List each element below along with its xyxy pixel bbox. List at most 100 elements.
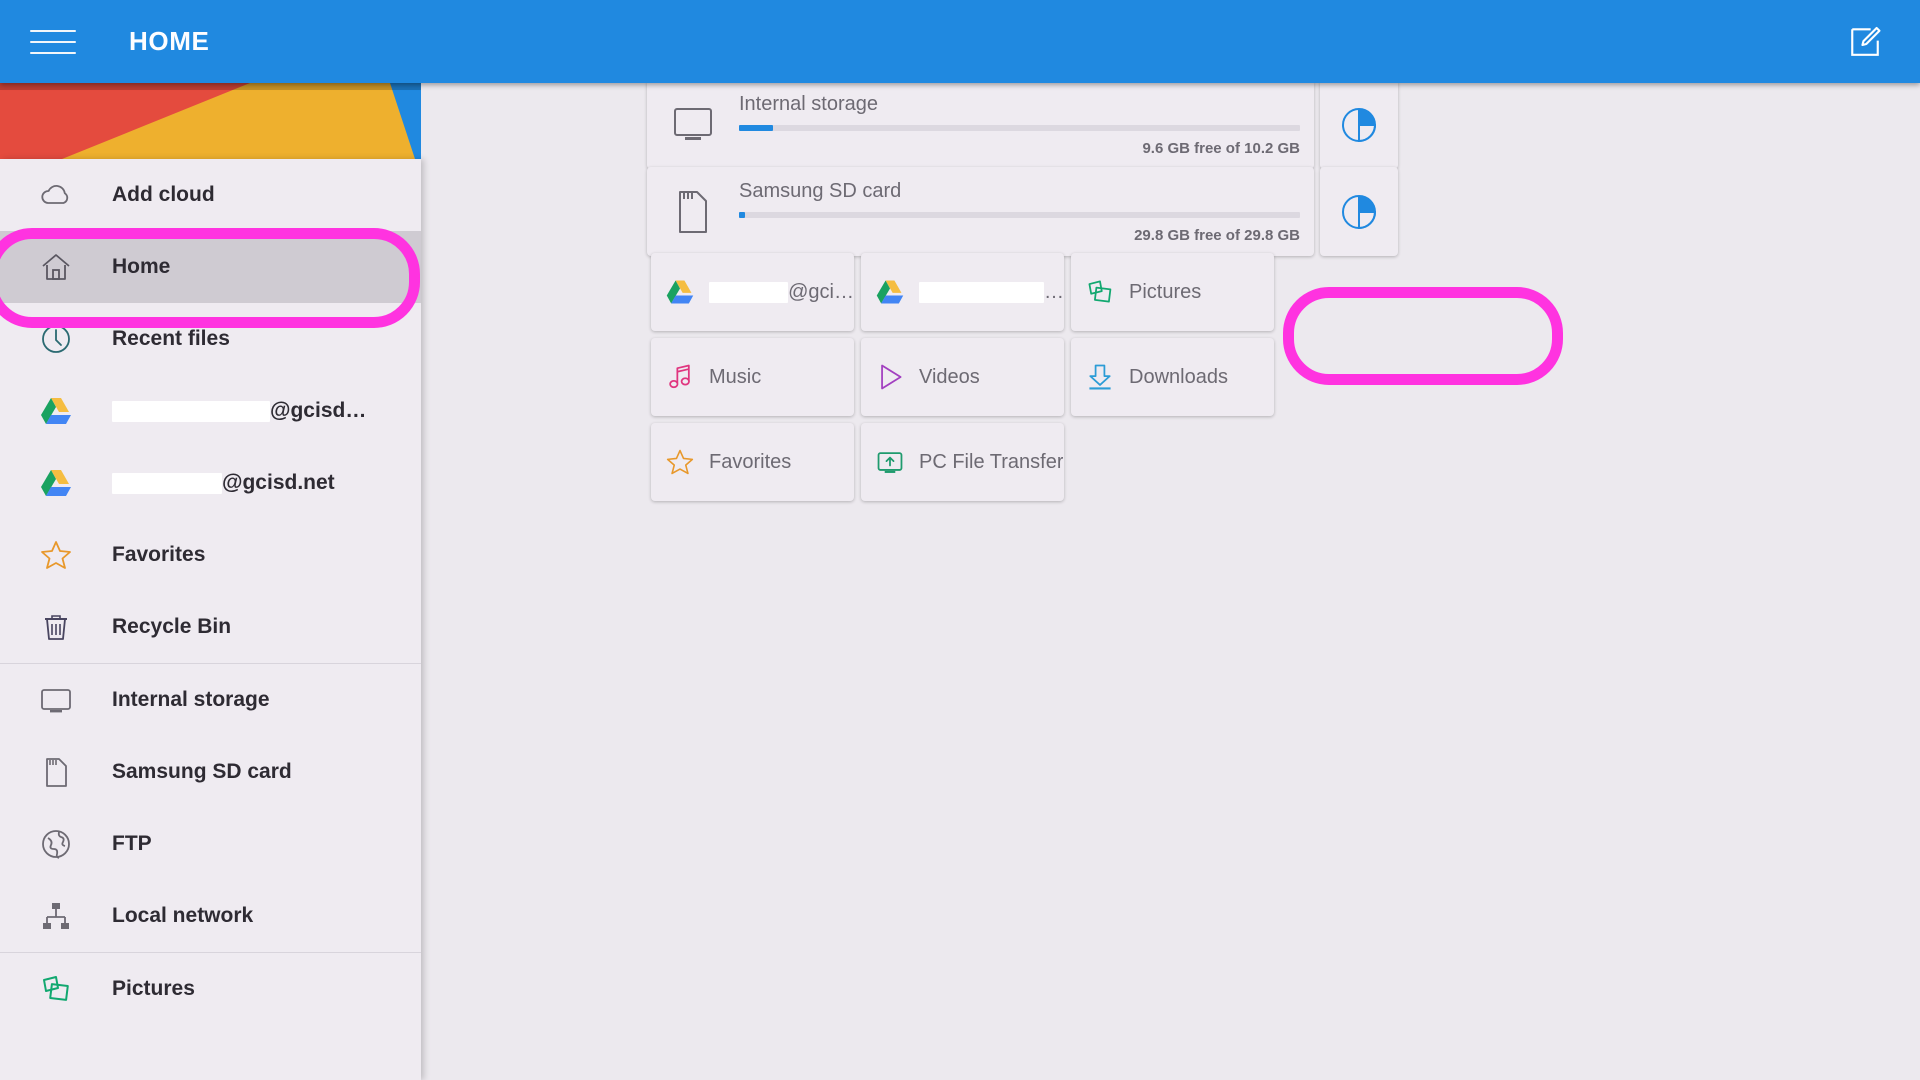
storage-free-text: 9.6 GB free of 10.2 GB: [1142, 139, 1300, 157]
redacted-account-name: [112, 400, 270, 422]
drawer-banner: [0, 83, 421, 159]
storage-usage-bar: [739, 124, 1300, 131]
hamburger-menu-icon[interactable]: [30, 25, 76, 59]
pictures-icon: [1088, 280, 1112, 303]
star-icon: [651, 447, 709, 477]
page-title: HOME: [129, 26, 210, 56]
shortcut-tile-drive-account[interactable]: …: [861, 253, 1064, 331]
hamburger-line: [30, 51, 76, 54]
account-domain: @gcisd…: [270, 399, 367, 422]
sidebar-item-samsung-sd-card[interactable]: Samsung SD card: [0, 736, 421, 808]
play-triangle-icon: [881, 364, 902, 390]
sidebar-item-label: Internal storage: [112, 688, 270, 711]
navigation-drawer: Add cloud Home Recent files @gcisd… @gcisd.n…: [0, 159, 421, 1080]
redacted-account-name: [709, 281, 789, 303]
google-drive-icon: [861, 277, 919, 307]
pc-transfer-icon: [861, 447, 919, 477]
storage-row-internal: Internal storage 9.6 GB free of 10.2 GB: [647, 83, 1398, 169]
storage-free-text: 29.8 GB free of 29.8 GB: [1134, 226, 1300, 244]
redacted-account-name: [919, 281, 1044, 303]
edit-icon[interactable]: [1848, 25, 1882, 59]
monitor-icon: [647, 107, 739, 143]
sidebar-item-favorites[interactable]: Favorites: [0, 519, 421, 591]
sidebar-item-label: FTP: [112, 832, 152, 855]
storage-usage-fill: [739, 124, 773, 131]
storage-row-sdcard: Samsung SD card 29.8 GB free of 29.8 GB: [647, 167, 1398, 256]
storage-info-sdcard: Samsung SD card 29.8 GB free of 29.8 GB: [739, 180, 1314, 244]
home-icon: [42, 254, 70, 280]
trash-icon: [45, 615, 67, 640]
shortcut-tile-label: …: [919, 281, 1064, 304]
sidebar-item-label: Favorites: [112, 543, 206, 566]
home-icon: [0, 250, 112, 284]
pictures-icon: [43, 976, 69, 1001]
hamburger-line: [30, 40, 76, 43]
main-content: Internal storage 9.6 GB free of 10.2 GB: [421, 83, 1920, 1080]
storage-card-internal[interactable]: Internal storage 9.6 GB free of 10.2 GB: [647, 83, 1314, 169]
sidebar-item-gcisd-net[interactable]: @gcisd.net: [0, 447, 421, 519]
sidebar-item-home[interactable]: Home: [0, 231, 421, 303]
google-drive-icon: [0, 466, 112, 500]
shortcut-tile-label: Music: [709, 365, 762, 388]
star-icon: [666, 449, 694, 475]
pie-chart-icon: [1342, 107, 1377, 142]
network-icon: [43, 903, 69, 929]
shortcut-tile-row: Favorites PC File Transfer: [651, 423, 1311, 501]
storage-card-sdcard[interactable]: Samsung SD card 29.8 GB free of 29.8 GB: [647, 167, 1314, 256]
shortcut-tile-pc-file-transfer[interactable]: PC File Transfer: [861, 423, 1064, 501]
shortcut-tile-favorites[interactable]: Favorites: [651, 423, 854, 501]
hamburger-line: [30, 29, 76, 32]
shortcut-tile-drive-account[interactable]: @gci…: [651, 253, 854, 331]
app-bar-actions: [1848, 25, 1882, 59]
shortcut-tile-label: Videos: [919, 365, 980, 388]
app-bar: HOME: [0, 0, 1920, 83]
storage-usage-fill: [739, 211, 745, 218]
sidebar-item-add-cloud[interactable]: Add cloud: [0, 159, 421, 231]
sidebar-item-label: Pictures: [112, 977, 195, 1000]
google-drive-icon: [41, 398, 71, 424]
google-drive-icon: [876, 280, 904, 304]
trash-icon: [0, 610, 112, 644]
sidebar-item-label: @gcisd…: [112, 399, 366, 423]
globe-icon: [0, 827, 112, 861]
download-arrow-icon: [1071, 362, 1129, 392]
shortcut-tile-music[interactable]: Music: [651, 338, 854, 416]
sidebar-item-label: Recycle Bin: [112, 615, 232, 638]
storage-usage-bar: [739, 211, 1300, 218]
shortcut-tile-label: Downloads: [1129, 365, 1228, 388]
sidebar-item-recycle-bin[interactable]: Recycle Bin: [0, 591, 421, 663]
banner-top-shadow: [0, 83, 421, 90]
sidebar-item-gcisd[interactable]: @gcisd…: [0, 375, 421, 447]
shortcut-tile-pictures[interactable]: Pictures: [1071, 253, 1274, 331]
storage-analyze-button-internal[interactable]: [1320, 83, 1398, 169]
sidebar-item-internal-storage[interactable]: Internal storage: [0, 664, 421, 736]
sidebar-item-label: Samsung SD card: [112, 760, 292, 783]
sidebar-item-recent-files[interactable]: Recent files: [0, 303, 421, 375]
network-icon: [0, 899, 112, 933]
account-domain: …: [1044, 280, 1064, 303]
sd-card-icon: [647, 190, 739, 234]
music-note-icon: [651, 362, 709, 392]
app-root: HOME Add cloud Home Recent files @gcisd… @gc…: [0, 0, 1920, 1080]
sd-card-icon: [0, 755, 112, 789]
sidebar-item-label: Add cloud: [112, 183, 215, 206]
account-domain: @gcisd.net: [222, 471, 335, 494]
sidebar-item-label: Recent files: [112, 327, 230, 350]
google-drive-icon: [666, 280, 694, 304]
pictures-icon: [0, 972, 112, 1006]
google-drive-icon: [41, 470, 71, 496]
account-domain: @gci…: [788, 280, 854, 303]
sidebar-item-pictures[interactable]: Pictures: [0, 953, 421, 1025]
cloud-icon: [41, 185, 69, 204]
shortcut-tile-label: Pictures: [1129, 280, 1202, 303]
drawer-nav-list: Add cloud Home Recent files @gcisd… @gcisd.n…: [0, 159, 421, 1025]
sidebar-item-label: Home: [112, 255, 171, 278]
sidebar-item-local-network[interactable]: Local network: [0, 880, 421, 952]
storage-analyze-button-sdcard[interactable]: [1320, 167, 1398, 256]
pie-chart-icon: [1342, 194, 1377, 229]
google-drive-icon: [0, 394, 112, 428]
sidebar-item-ftp[interactable]: FTP: [0, 808, 421, 880]
google-drive-icon: [651, 277, 709, 307]
shortcut-tile-downloads[interactable]: Downloads: [1071, 338, 1274, 416]
shortcut-tile-videos[interactable]: Videos: [861, 338, 1064, 416]
